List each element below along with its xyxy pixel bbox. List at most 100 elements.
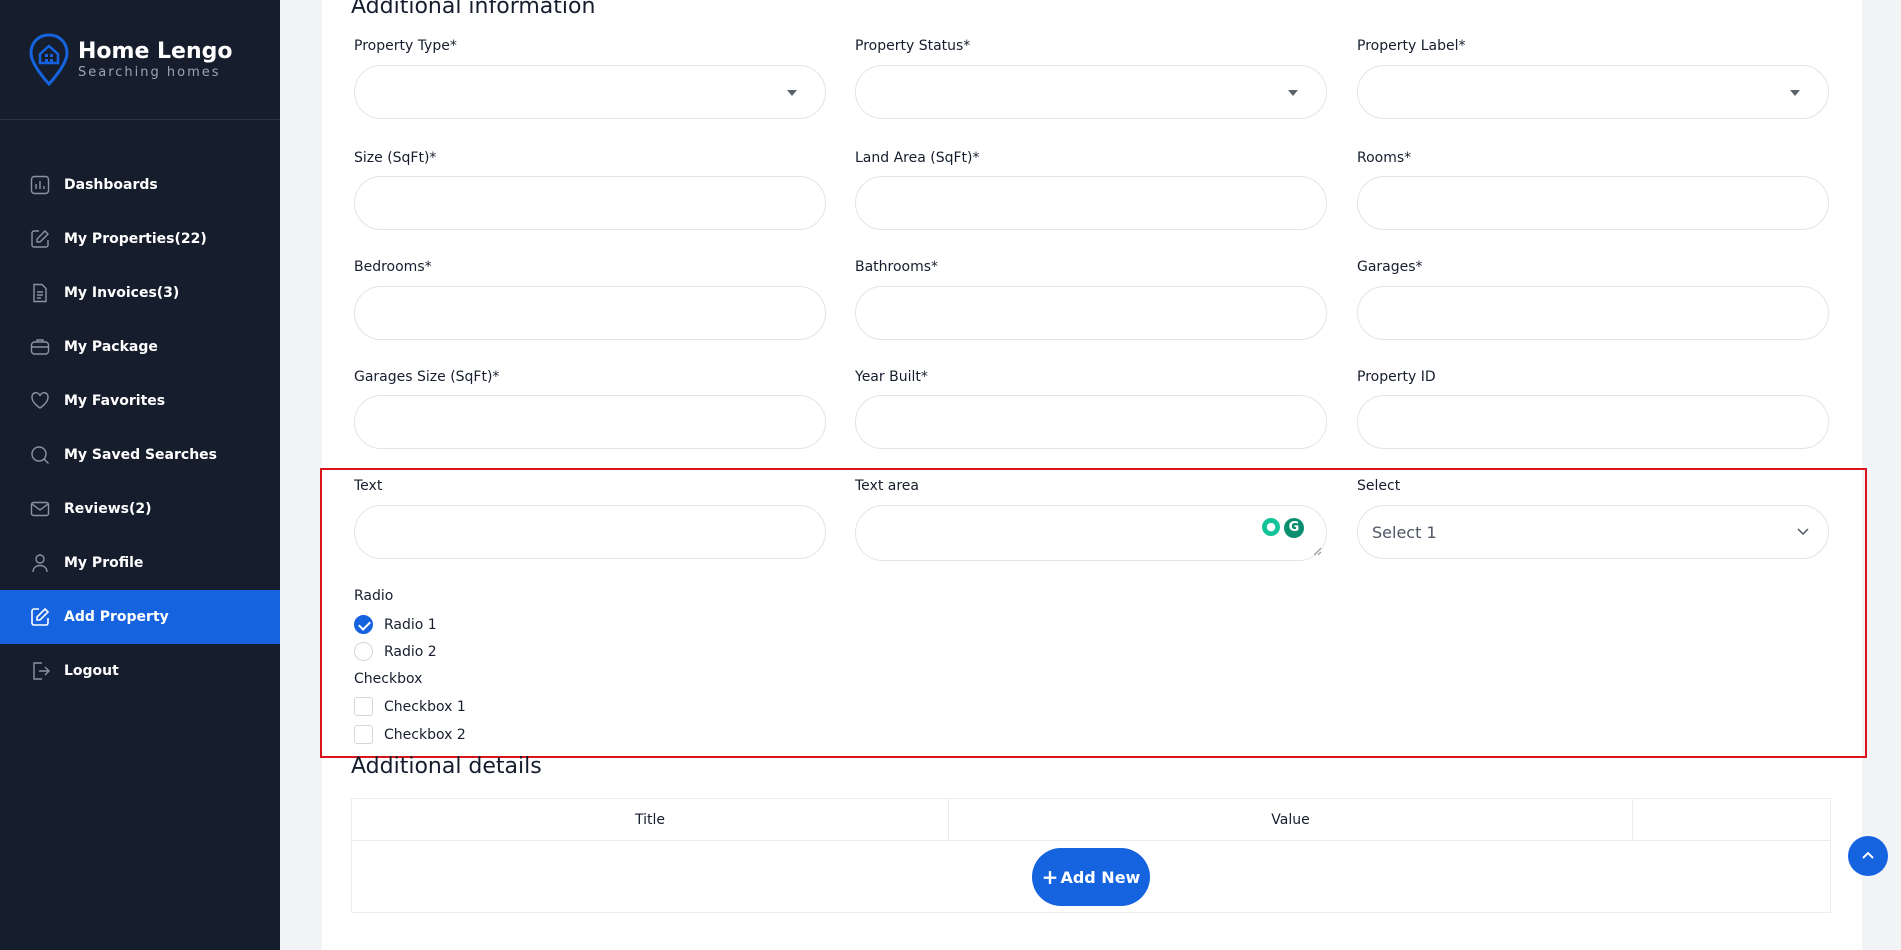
- column-header-value: Value: [1271, 812, 1310, 828]
- radio-option-2[interactable]: Radio 2: [354, 642, 437, 661]
- bathrooms-input[interactable]: [855, 286, 1327, 340]
- property-id-input[interactable]: [1357, 395, 1829, 449]
- sidebar-item-my-saved-searches[interactable]: My Saved Searches: [0, 428, 280, 482]
- edit-icon: [31, 607, 50, 626]
- caret-down-icon: [1288, 90, 1298, 96]
- file-icon: [33, 283, 47, 303]
- select-label: Select: [1357, 478, 1401, 494]
- checkbox[interactable]: [354, 697, 373, 716]
- chart-icon: [30, 175, 50, 195]
- heart-icon: [31, 392, 49, 409]
- plus-icon: +: [1041, 865, 1059, 889]
- resize-handle-icon[interactable]: [1312, 546, 1322, 556]
- logout-icon: [33, 662, 50, 680]
- sidebar-item-my-package[interactable]: My Package: [0, 320, 280, 374]
- checkbox-option-2[interactable]: Checkbox 2: [354, 725, 466, 744]
- text-label: Text: [354, 478, 383, 494]
- brand-tagline: Searching homes: [78, 64, 221, 80]
- year-built-label: Year Built*: [855, 369, 928, 385]
- property-label-select[interactable]: [1357, 65, 1829, 119]
- table-header: Title Value: [352, 799, 1830, 841]
- sidebar: Home Lengo Searching homes Dashboards My…: [0, 0, 280, 950]
- radio-option-label: Radio 1: [384, 616, 437, 633]
- sidebar-item-label: My Profile: [64, 555, 144, 571]
- package-icon: [30, 339, 50, 355]
- caret-down-icon: [1790, 90, 1800, 96]
- textarea-label: Text area: [855, 478, 919, 494]
- sidebar-item-add-property[interactable]: Add Property: [0, 590, 280, 644]
- garages-label: Garages*: [1357, 259, 1423, 275]
- custom-select[interactable]: Select 1: [1357, 505, 1829, 559]
- section-title-additional-information: Additional information: [351, 0, 596, 19]
- sidebar-item-label: My Saved Searches: [64, 447, 218, 463]
- user-icon: [32, 554, 48, 573]
- sidebar-item-my-invoices[interactable]: My Invoices(3): [0, 266, 280, 320]
- year-built-input[interactable]: [855, 395, 1327, 449]
- property-status-label: Property Status*: [855, 38, 971, 54]
- logo-icon: [29, 32, 69, 86]
- sidebar-item-reviews[interactable]: Reviews(2): [0, 482, 280, 536]
- radio-group-label: Radio: [354, 588, 394, 604]
- size-label: Size (SqFt)*: [354, 150, 437, 166]
- bedrooms-label: Bedrooms*: [354, 259, 432, 275]
- sidebar-item-label: Dashboards: [64, 177, 158, 193]
- sidebar-item-logout[interactable]: Logout: [0, 644, 280, 698]
- textarea-input[interactable]: ● G: [855, 505, 1327, 561]
- sidebar-item-my-properties[interactable]: My Properties(22): [0, 212, 280, 266]
- grammarly-icon[interactable]: G: [1284, 518, 1304, 538]
- checkbox-option-label: Checkbox 2: [384, 726, 466, 743]
- checkbox-option-1[interactable]: Checkbox 1: [354, 697, 466, 716]
- text-input[interactable]: [354, 505, 826, 559]
- chevron-down-icon: [1797, 528, 1809, 536]
- sidebar-item-label: Reviews(2): [64, 501, 152, 517]
- caret-down-icon: [787, 90, 797, 96]
- sidebar-item-dashboards[interactable]: Dashboards: [0, 158, 280, 212]
- radio-option-label: Radio 2: [384, 643, 437, 660]
- checkbox[interactable]: [354, 725, 373, 744]
- sidebar-item-my-profile[interactable]: My Profile: [0, 536, 280, 590]
- scroll-to-top-button[interactable]: [1848, 836, 1888, 876]
- brand[interactable]: Home Lengo Searching homes: [0, 0, 280, 120]
- sidebar-item-label: Logout: [64, 663, 119, 679]
- sidebar-nav: Dashboards My Properties(22) My Invoices…: [0, 158, 280, 698]
- sidebar-item-label: My Invoices(3): [64, 285, 180, 301]
- column-divider: [1632, 799, 1633, 841]
- sidebar-item-label: Add Property: [64, 609, 169, 625]
- property-status-select[interactable]: [855, 65, 1327, 119]
- chevron-up-icon: [1862, 851, 1874, 859]
- garages-size-input[interactable]: [354, 395, 826, 449]
- bathrooms-label: Bathrooms*: [855, 259, 939, 275]
- section-title-additional-details: Additional details: [351, 754, 542, 779]
- land-area-input[interactable]: [855, 176, 1327, 230]
- radio-option-1[interactable]: Radio 1: [354, 615, 437, 634]
- mail-icon: [30, 501, 50, 517]
- land-area-label: Land Area (SqFt)*: [855, 150, 980, 166]
- radio-button-checked[interactable]: [354, 615, 373, 634]
- select-value: Select 1: [1372, 523, 1437, 542]
- garages-size-label: Garages Size (SqFt)*: [354, 369, 500, 385]
- sidebar-item-label: My Properties(22): [64, 231, 207, 247]
- column-header-title: Title: [634, 812, 665, 828]
- rooms-input[interactable]: [1357, 176, 1829, 230]
- sidebar-item-label: My Favorites: [64, 393, 166, 409]
- add-new-button[interactable]: + Add New: [1032, 848, 1150, 906]
- radio-button[interactable]: [354, 642, 373, 661]
- grammarly-widget[interactable]: ● G: [1262, 518, 1304, 538]
- bedrooms-input[interactable]: [354, 286, 826, 340]
- add-new-label: Add New: [1060, 867, 1141, 887]
- lightbulb-icon[interactable]: ●: [1262, 518, 1280, 536]
- garages-input[interactable]: [1357, 286, 1829, 340]
- brand-name: Home Lengo: [78, 38, 233, 64]
- property-type-select[interactable]: [354, 65, 826, 119]
- property-label-label: Property Label*: [1357, 38, 1466, 54]
- rooms-label: Rooms*: [1357, 150, 1412, 166]
- property-id-label: Property ID: [1357, 369, 1436, 385]
- sidebar-item-label: My Package: [64, 339, 158, 355]
- search-icon: [31, 446, 49, 464]
- checkbox-group-label: Checkbox: [354, 671, 423, 687]
- sidebar-item-my-favorites[interactable]: My Favorites: [0, 374, 280, 428]
- edit-icon: [31, 230, 49, 248]
- property-type-label: Property Type*: [354, 38, 457, 54]
- checkbox-option-label: Checkbox 1: [384, 698, 466, 715]
- size-input[interactable]: [354, 176, 826, 230]
